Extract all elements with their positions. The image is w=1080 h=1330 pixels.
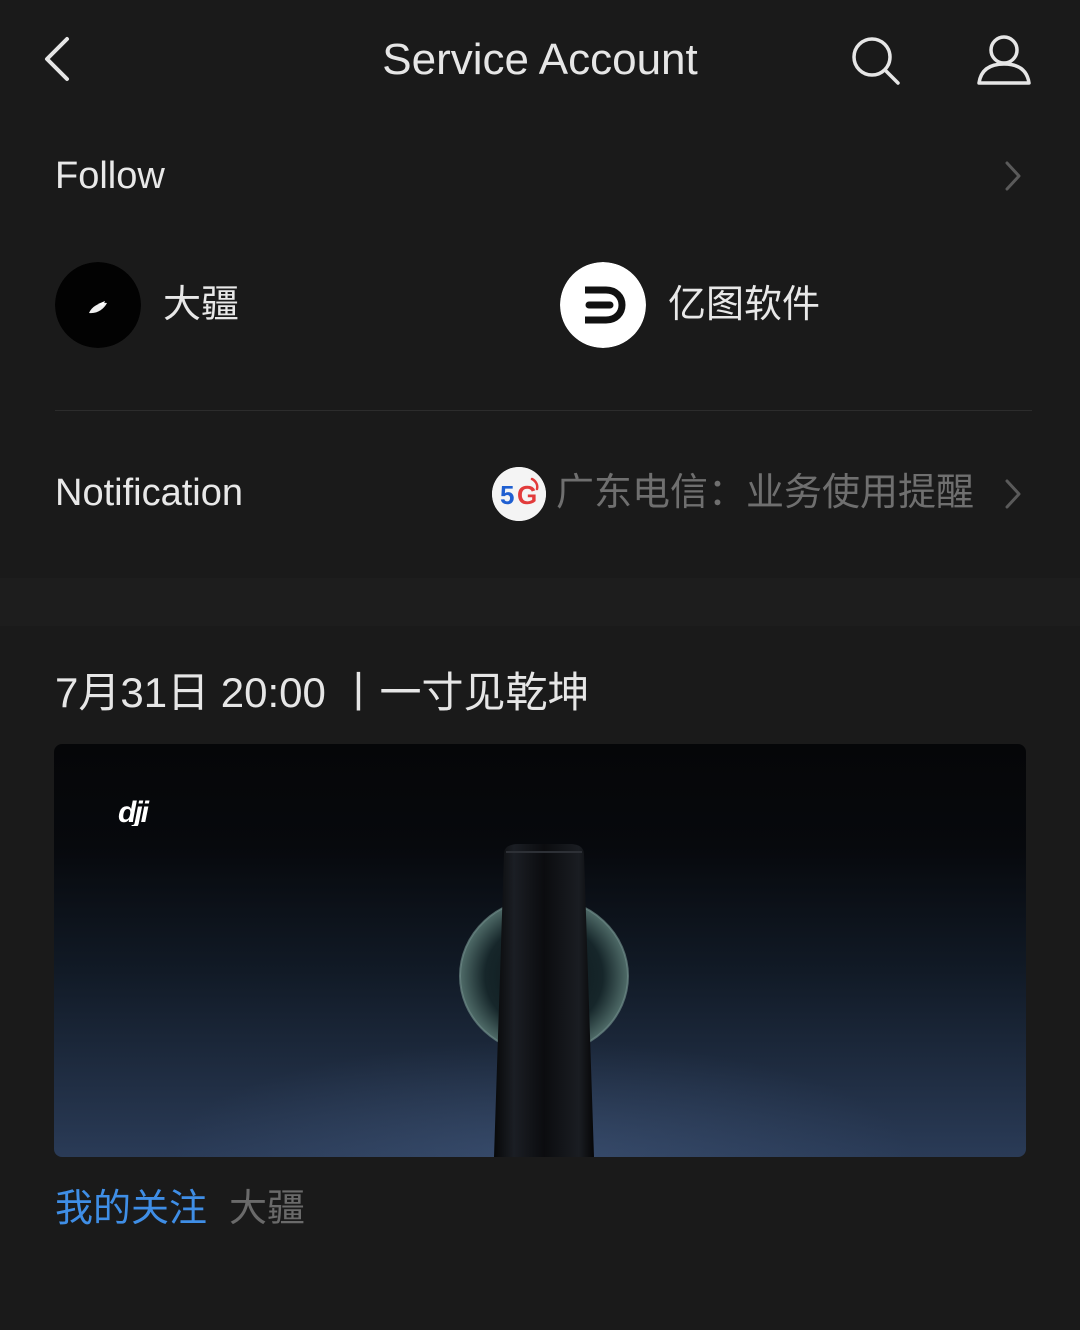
chevron-right-icon [1005, 479, 1021, 509]
svg-text:5: 5 [500, 480, 514, 510]
follow-row[interactable]: Follow [0, 130, 1080, 222]
my-follow-tag[interactable]: 我的关注 [55, 1188, 207, 1230]
article-tags: 我的关注 大疆 [55, 1186, 305, 1232]
nav-bar: Service Account [0, 0, 1080, 118]
article-card: 7月31日 20:00 丨一寸见乾坤 dji 我的关注 大疆 [0, 626, 1080, 1330]
article-author[interactable]: 大疆 [229, 1188, 305, 1230]
camera-product-image [459, 844, 629, 1157]
search-icon[interactable] [848, 33, 902, 87]
account-name: 大疆 [163, 284, 240, 326]
profile-icon[interactable] [974, 32, 1034, 88]
notification-title: Notification [55, 472, 243, 514]
account-name: 亿图软件 [668, 284, 821, 326]
svg-text:G: G [517, 480, 537, 510]
section-separator [0, 578, 1080, 626]
followed-account-edraw[interactable]: 亿图软件 [560, 262, 1000, 350]
article-cover-image[interactable]: dji [54, 744, 1026, 1157]
svg-text:dji: dji [118, 798, 150, 826]
avatar [55, 262, 141, 348]
divider [55, 410, 1032, 411]
dji-logo-icon: dji [118, 798, 152, 826]
follow-title: Follow [55, 155, 165, 197]
carrier-5g-icon: 5 G [492, 467, 546, 521]
chevron-right-icon [1005, 161, 1021, 191]
page-title: Service Account [382, 35, 698, 84]
notification-row[interactable]: Notification 5 G 广东电信：业务使用提醒 [0, 440, 1080, 548]
notification-preview: 广东电信：业务使用提醒 [556, 472, 975, 514]
article-title[interactable]: 7月31日 20:00 丨一寸见乾坤 [55, 666, 590, 720]
avatar [560, 262, 646, 348]
followed-account-dji[interactable]: 大疆 [55, 262, 495, 350]
